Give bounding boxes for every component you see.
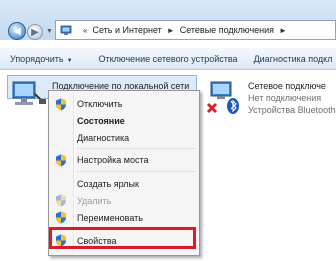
back-arrow-icon: ◀ (13, 25, 21, 37)
menu-separator (77, 171, 196, 172)
shield-icon (56, 194, 66, 207)
bluetooth-connection-status: Нет подключения (248, 93, 322, 103)
breadcrumb-separator[interactable]: « (83, 26, 87, 35)
shield-icon (56, 211, 66, 224)
breadcrumb-network-internet[interactable]: Сеть и Интернет (92, 25, 161, 35)
disable-device-button[interactable]: Отключение сетевого устройства (99, 54, 238, 64)
menu-item-disable[interactable]: Отключить (77, 99, 123, 109)
breadcrumb-separator[interactable]: ► (167, 26, 175, 35)
properties-highlight-box (49, 227, 196, 249)
back-button[interactable]: ◀ (8, 22, 26, 40)
organize-menu-button[interactable]: Упорядочить ▼ (10, 54, 73, 64)
bluetooth-connection-title[interactable]: Сетевое подключе (248, 81, 326, 91)
menu-item-create-shortcut[interactable]: Создать ярлык (77, 179, 139, 189)
forward-button[interactable]: ▶ (27, 24, 43, 40)
menu-item-diagnose[interactable]: Диагностика (77, 133, 129, 143)
menu-separator (77, 148, 196, 149)
breadcrumb-separator[interactable]: ► (279, 26, 287, 35)
recent-pages-dropdown[interactable]: ▼ (46, 28, 53, 35)
menu-item-status[interactable]: Состояние (77, 116, 125, 126)
shield-icon (56, 154, 66, 167)
shield-icon (56, 98, 66, 111)
menu-item-delete: Удалить (77, 196, 112, 206)
command-bar: Упорядочить ▼ Отключение сетевого устройс… (0, 48, 336, 70)
network-adapter-icon (12, 81, 46, 105)
forward-arrow-icon: ▶ (31, 26, 39, 38)
bluetooth-network-icon (206, 81, 239, 114)
bluetooth-connection-device: Устройства Bluetooth (248, 105, 336, 115)
breadcrumb-network-connections[interactable]: Сетевые подключения (180, 25, 274, 35)
menu-item-bridge[interactable]: Настройка моста (77, 155, 149, 165)
bluetooth-connection-item[interactable] (205, 80, 245, 118)
menu-item-rename[interactable]: Переименовать (77, 213, 143, 223)
organize-label: Упорядочить (10, 53, 64, 64)
chevron-down-icon: ▼ (66, 57, 73, 64)
network-folder-icon (60, 25, 72, 35)
address-bar[interactable]: « Сеть и Интернет ► Сетевые подключения … (55, 20, 336, 40)
diagnose-button[interactable]: Диагностика подкл (254, 54, 333, 64)
local-connection-item[interactable] (9, 80, 47, 114)
